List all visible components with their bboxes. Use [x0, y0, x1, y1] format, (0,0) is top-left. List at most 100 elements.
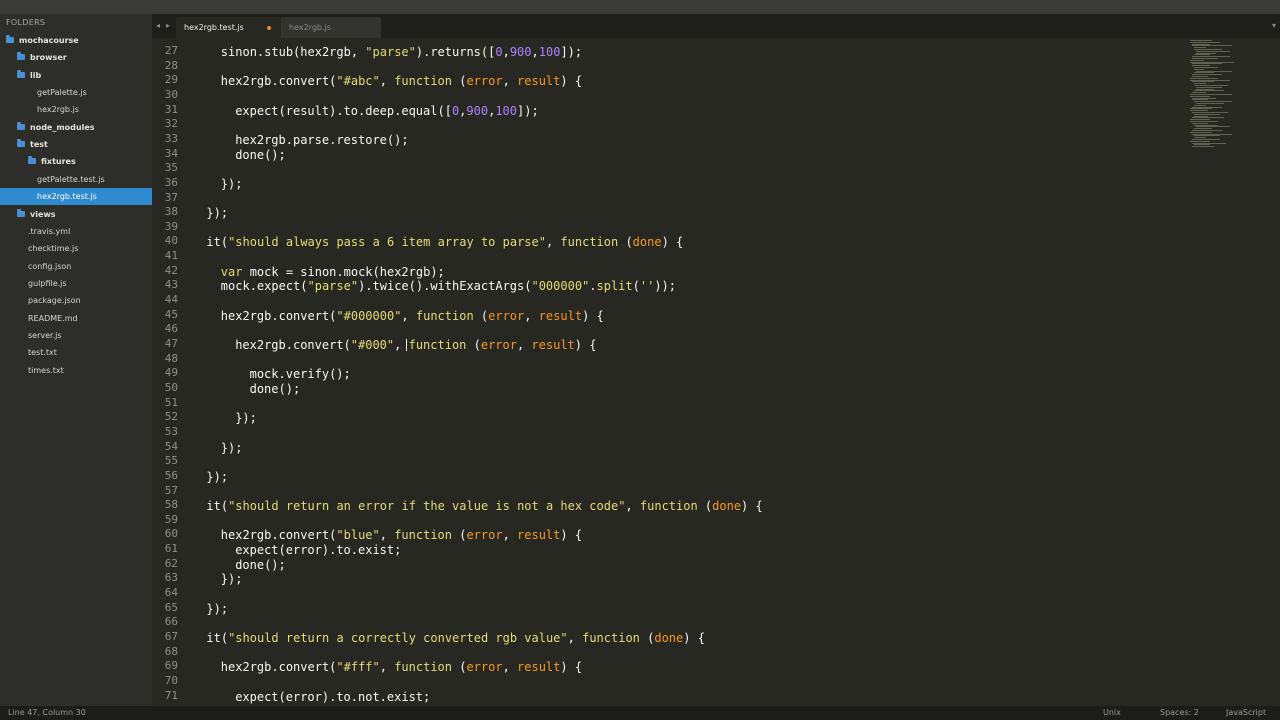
code-token: function	[560, 235, 619, 250]
code-line[interactable]: hex2rgb.convert("blue", function (error,…	[221, 528, 582, 542]
sidebar-item-label: getPalette.js	[37, 88, 87, 98]
code-line[interactable]: mock.verify();	[250, 367, 351, 381]
sidebar-folder-node-modules[interactable]: node_modules	[0, 119, 152, 136]
code-line[interactable]: expect(error).to.not.exist;	[235, 690, 430, 704]
code-token: hex2rgb.convert(	[220, 528, 337, 543]
code-line[interactable]: expect(error).to.exist;	[235, 543, 401, 557]
code-line[interactable]: expect(result).to.deep.equal([0,900,100]…	[235, 104, 539, 118]
status-bar: Line 47, Column 30 Unix Spaces: 2 JavaSc…	[0, 706, 1280, 720]
code-line[interactable]: hex2rgb.convert("#abc", function (error,…	[221, 74, 582, 88]
code-token: (	[452, 528, 467, 543]
code-line[interactable]: hex2rgb.parse.restore();	[235, 133, 408, 147]
code-token: ) {	[560, 74, 583, 89]
line-number: 42	[164, 263, 178, 277]
code-line[interactable]: });	[221, 177, 243, 191]
code-line[interactable]: done();	[250, 382, 301, 396]
code-line[interactable]: it("should return a correctly converted …	[206, 631, 705, 645]
sidebar-file-test-txt[interactable]: test.txt	[0, 344, 152, 361]
sidebar-folder-fixtures[interactable]: fixtures	[0, 153, 152, 170]
tab-hex2rgb-test-js[interactable]: hex2rgb.test.js	[176, 17, 281, 38]
code-token: "blue"	[336, 528, 380, 543]
code-token: done();	[235, 557, 286, 572]
code-token: 900	[466, 103, 489, 118]
code-line[interactable]: hex2rgb.convert("#000000", function (err…	[221, 309, 604, 323]
sidebar-item-label: mochacourse	[19, 36, 79, 45]
code-line[interactable]: });	[221, 441, 243, 455]
code-token: error	[480, 338, 517, 352]
sidebar-item-label: getPalette.test.js	[37, 174, 105, 184]
code-token: .	[589, 279, 597, 294]
code-line[interactable]: done();	[235, 148, 286, 162]
sidebar-folder-browser[interactable]: browser	[0, 49, 152, 66]
code-token: expect(error).to.exist;	[235, 543, 402, 558]
line-endings[interactable]: Unix	[1103, 706, 1121, 720]
code-token: (	[466, 338, 481, 352]
code-line[interactable]: it("should always pass a 6 item array to…	[206, 235, 683, 249]
sidebar-heading: FOLDERS	[6, 18, 46, 27]
unsaved-dot-icon[interactable]	[267, 26, 271, 30]
code-line[interactable]: });	[206, 602, 228, 616]
tab-back-icon[interactable]: ◂	[156, 21, 160, 30]
sidebar-file-times-txt[interactable]: times.txt	[0, 362, 152, 379]
code-line[interactable]: });	[206, 206, 228, 220]
code-token: 900	[509, 45, 532, 59]
line-number: 47	[164, 337, 178, 350]
code-line[interactable]: done();	[235, 558, 286, 572]
code-token: ,	[379, 74, 395, 89]
sidebar-file-config-json[interactable]: config.json	[0, 258, 152, 275]
sidebar-item-label: node_modules	[30, 122, 95, 132]
sidebar-folder-lib[interactable]: lib	[0, 67, 152, 84]
sidebar-file-gulpfile-js[interactable]: gulpfile.js	[0, 275, 152, 292]
code-token: ,	[567, 631, 583, 645]
code-token: function	[639, 499, 698, 514]
code-token: ) {	[560, 528, 583, 543]
indentation-setting[interactable]: Spaces: 2	[1160, 706, 1199, 720]
code-line[interactable]: });	[235, 411, 257, 425]
code-editor[interactable]: 27 28 29 30 31 32 33 34 35 36 37 38 39 40 41 42 43 44 45 46…	[152, 38, 1280, 706]
line-number-gutter: 27 28 29 30 31 32 33 34 35 36 37 38 39 40 41 42 43 44 45 46…	[152, 38, 182, 706]
code-token: (	[639, 631, 655, 645]
sidebar-item-label: lib	[30, 70, 42, 80]
code-token: ,	[524, 308, 539, 323]
tab-label: hex2rgb.test.js	[184, 23, 244, 32]
code-line[interactable]: });	[221, 572, 243, 586]
minimap[interactable]	[1188, 38, 1272, 158]
code-line[interactable]: mock.expect("parse").twice().withExactAr…	[221, 279, 676, 293]
sidebar-file-hex2rgb-test-js[interactable]: hex2rgb.test.js	[0, 188, 152, 206]
line-number: 56	[164, 468, 178, 482]
code-token: hex2rgb.convert(	[220, 660, 337, 675]
sidebar-file-server-js[interactable]: server.js	[0, 327, 152, 344]
code-line[interactable]: sinon.stub(hex2rgb, "parse").returns([0,…	[221, 45, 582, 59]
code-line[interactable]: var mock = sinon.mock(hex2rgb);	[221, 265, 445, 279]
code-token: 100	[538, 45, 561, 59]
sidebar-file-hex2rgb-js[interactable]: hex2rgb.js	[0, 101, 152, 118]
sidebar-file-checktime-js[interactable]: checktime.js	[0, 240, 152, 257]
sidebar-folder-mochacourse[interactable]: mochacourse	[0, 32, 152, 49]
sidebar-file-getpalette-js[interactable]: getPalette.js	[0, 84, 152, 101]
code-line[interactable]: });	[206, 470, 228, 484]
code-line[interactable]: it("should return an error if the value …	[206, 499, 762, 513]
sidebar-folder-views[interactable]: views	[0, 206, 152, 223]
code-token: error	[488, 308, 525, 323]
sidebar-file-package-json[interactable]: package.json	[0, 292, 152, 309]
line-number: 59	[164, 512, 178, 526]
sidebar-item-label: package.json	[28, 296, 81, 306]
sidebar-folder-test[interactable]: test	[0, 136, 152, 153]
sidebar-file-travis-yml[interactable]: .travis.yml	[0, 223, 152, 240]
code-line[interactable]: hex2rgb.convert("#000", function (error,…	[235, 338, 596, 352]
line-number: 65	[164, 600, 178, 614]
syntax-mode[interactable]: JavaScript	[1226, 706, 1266, 720]
line-number: 67	[164, 630, 178, 643]
tab-hex2rgb-js[interactable]: hex2rgb.js	[281, 17, 381, 38]
tab-overflow-icon[interactable]: ▾	[1272, 21, 1276, 30]
sidebar-file-readme-md[interactable]: README.md	[0, 310, 152, 327]
line-number: 71	[164, 688, 178, 702]
code-token: ,	[502, 660, 518, 675]
code-area[interactable]: sinon.stub(hex2rgb, "parse").returns([0,…	[192, 38, 1192, 706]
code-token: ) {	[560, 660, 583, 675]
code-line[interactable]: hex2rgb.convert("#fff", function (error,…	[221, 660, 582, 674]
code-token: expect(result).to.deep.equal([	[235, 103, 452, 118]
tab-forward-icon[interactable]: ▸	[166, 21, 170, 30]
text-cursor	[406, 339, 408, 351]
sidebar-file-getpalette-test-js[interactable]: getPalette.test.js	[0, 171, 152, 188]
